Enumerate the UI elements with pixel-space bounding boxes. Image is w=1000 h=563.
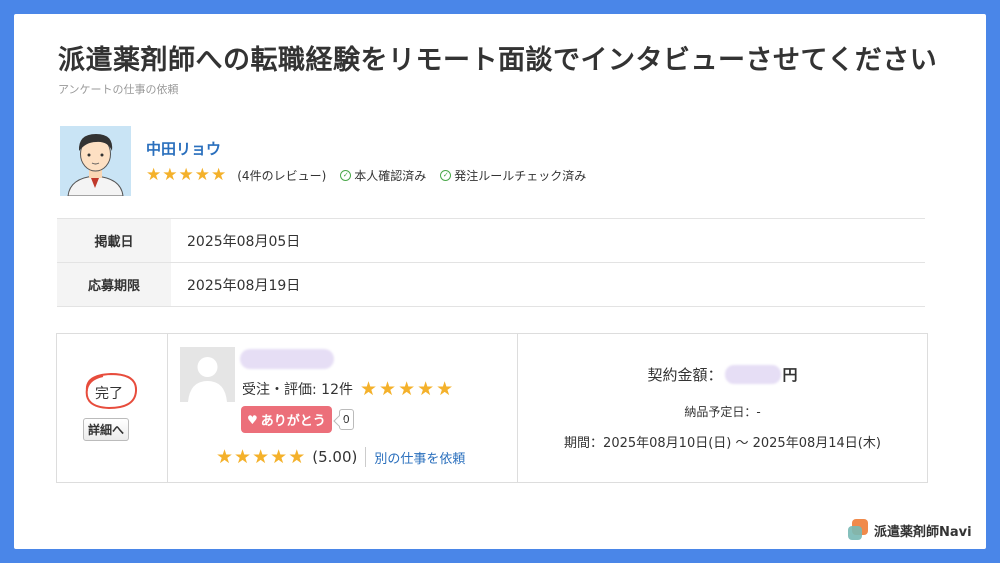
status-label: 完了 xyxy=(95,386,123,402)
delivery-date: 納品予定日：- xyxy=(684,405,761,419)
star-icon: ★ xyxy=(270,445,288,468)
worker-name-redacted xyxy=(240,349,334,369)
client-name[interactable]: 中田リョウ xyxy=(146,138,221,159)
currency-unit: 円 xyxy=(782,366,798,384)
star-icon: ★ xyxy=(234,445,252,468)
star-icon: ★ xyxy=(398,377,416,400)
detail-button[interactable]: 詳細へ xyxy=(83,418,130,441)
badge-label: 本人確認済み xyxy=(354,168,427,183)
worker-rating: ★ ★ ★ ★ ★ (5.00) 別の仕事を依頼 xyxy=(216,447,465,467)
contract-amount: 契約金額： 円 xyxy=(518,364,927,385)
page-title: 派遣薬剤師への転職経験をリモート面談でインタビューさせてください xyxy=(58,45,938,76)
contract-amount-label: 契約金額： xyxy=(647,366,723,384)
heart-icon: ♥ xyxy=(247,412,258,427)
amount-redacted xyxy=(724,365,781,384)
thanks-widget: ♥ ありがとう 0 xyxy=(241,406,354,433)
star-icon: ★ xyxy=(211,164,227,185)
star-icon: ★ xyxy=(216,445,234,468)
star-icon: ★ xyxy=(417,377,435,400)
review-count-link[interactable]: (4件のレビュー) xyxy=(237,167,326,184)
contract-period: 期間：2025年08月10日(日) 〜 2025年08月14日(木) xyxy=(564,436,881,451)
star-icon: ★ xyxy=(252,445,270,468)
order-summary: 完了 詳細へ 受注・評価: 12件 ★ ★ ★ ★ ★ ♥ ありがとう 0 ★ … xyxy=(56,333,928,483)
rating-value: (5.00) xyxy=(312,448,358,466)
status-stamp: 完了 xyxy=(81,371,141,411)
star-icon: ★ xyxy=(379,377,397,400)
badge-label: 発注ルールチェック済み xyxy=(454,168,587,183)
contract-cell: 契約金額： 円 納品予定日：- 期間：2025年08月10日(日) 〜 2025… xyxy=(518,334,927,482)
page-subtitle: アンケートの仕事の依頼 xyxy=(58,83,179,96)
client-rating: ★ ★ ★ ★ ★ (4件のレビュー) ✓ 本人確認済み ✓ 発注ルールチェック… xyxy=(146,166,586,184)
client-avatar[interactable] xyxy=(60,126,131,196)
star-icon: ★ xyxy=(436,377,454,400)
identity-verified-badge: ✓ 本人確認済み xyxy=(340,167,426,184)
brand-name: 派遣薬剤師Navi xyxy=(874,524,972,540)
star-icon: ★ xyxy=(194,164,210,185)
rerequest-link[interactable]: 別の仕事を依頼 xyxy=(374,448,465,467)
deadline-value: 2025年08月19日 xyxy=(171,262,925,307)
star-icon: ★ xyxy=(146,164,162,185)
rule-checked-badge: ✓ 発注ルールチェック済み xyxy=(440,167,586,184)
thanks-button[interactable]: ♥ ありがとう xyxy=(241,406,332,433)
thanks-count: 0 xyxy=(338,409,354,430)
star-icon: ★ xyxy=(162,164,178,185)
deadline-label: 応募期限 xyxy=(57,262,171,307)
star-icon: ★ xyxy=(178,164,194,185)
check-circle-icon: ✓ xyxy=(440,169,452,181)
worker-stats-label: 受注・評価: 12件 xyxy=(242,382,353,398)
worker-avatar[interactable] xyxy=(180,347,235,402)
star-icon: ★ xyxy=(359,377,378,400)
table-row: 応募期限 2025年08月19日 xyxy=(57,262,925,307)
client-profile: 中田リョウ ★ ★ ★ ★ ★ (4件のレビュー) ✓ 本人確認済み ✓ 発注ル… xyxy=(60,124,920,196)
divider xyxy=(365,447,367,467)
check-circle-icon: ✓ xyxy=(340,169,352,181)
thanks-label: ありがとう xyxy=(260,414,326,429)
worker-cell: 受注・評価: 12件 ★ ★ ★ ★ ★ ♥ ありがとう 0 ★ ★ ★ ★ ★… xyxy=(168,334,518,482)
table-row: 掲載日 2025年08月05日 xyxy=(57,218,925,263)
posted-date-value: 2025年08月05日 xyxy=(171,218,925,263)
job-info-table: 掲載日 2025年08月05日 応募期限 2025年08月19日 xyxy=(57,218,925,307)
order-status-cell: 完了 詳細へ xyxy=(57,334,168,482)
posted-date-label: 掲載日 xyxy=(57,218,171,263)
worker-stats: 受注・評価: 12件 ★ ★ ★ ★ ★ xyxy=(242,379,454,399)
star-icon: ★ xyxy=(288,445,306,468)
brand-logo: 派遣薬剤師Navi xyxy=(848,519,972,541)
brand-mark-icon xyxy=(848,519,868,541)
